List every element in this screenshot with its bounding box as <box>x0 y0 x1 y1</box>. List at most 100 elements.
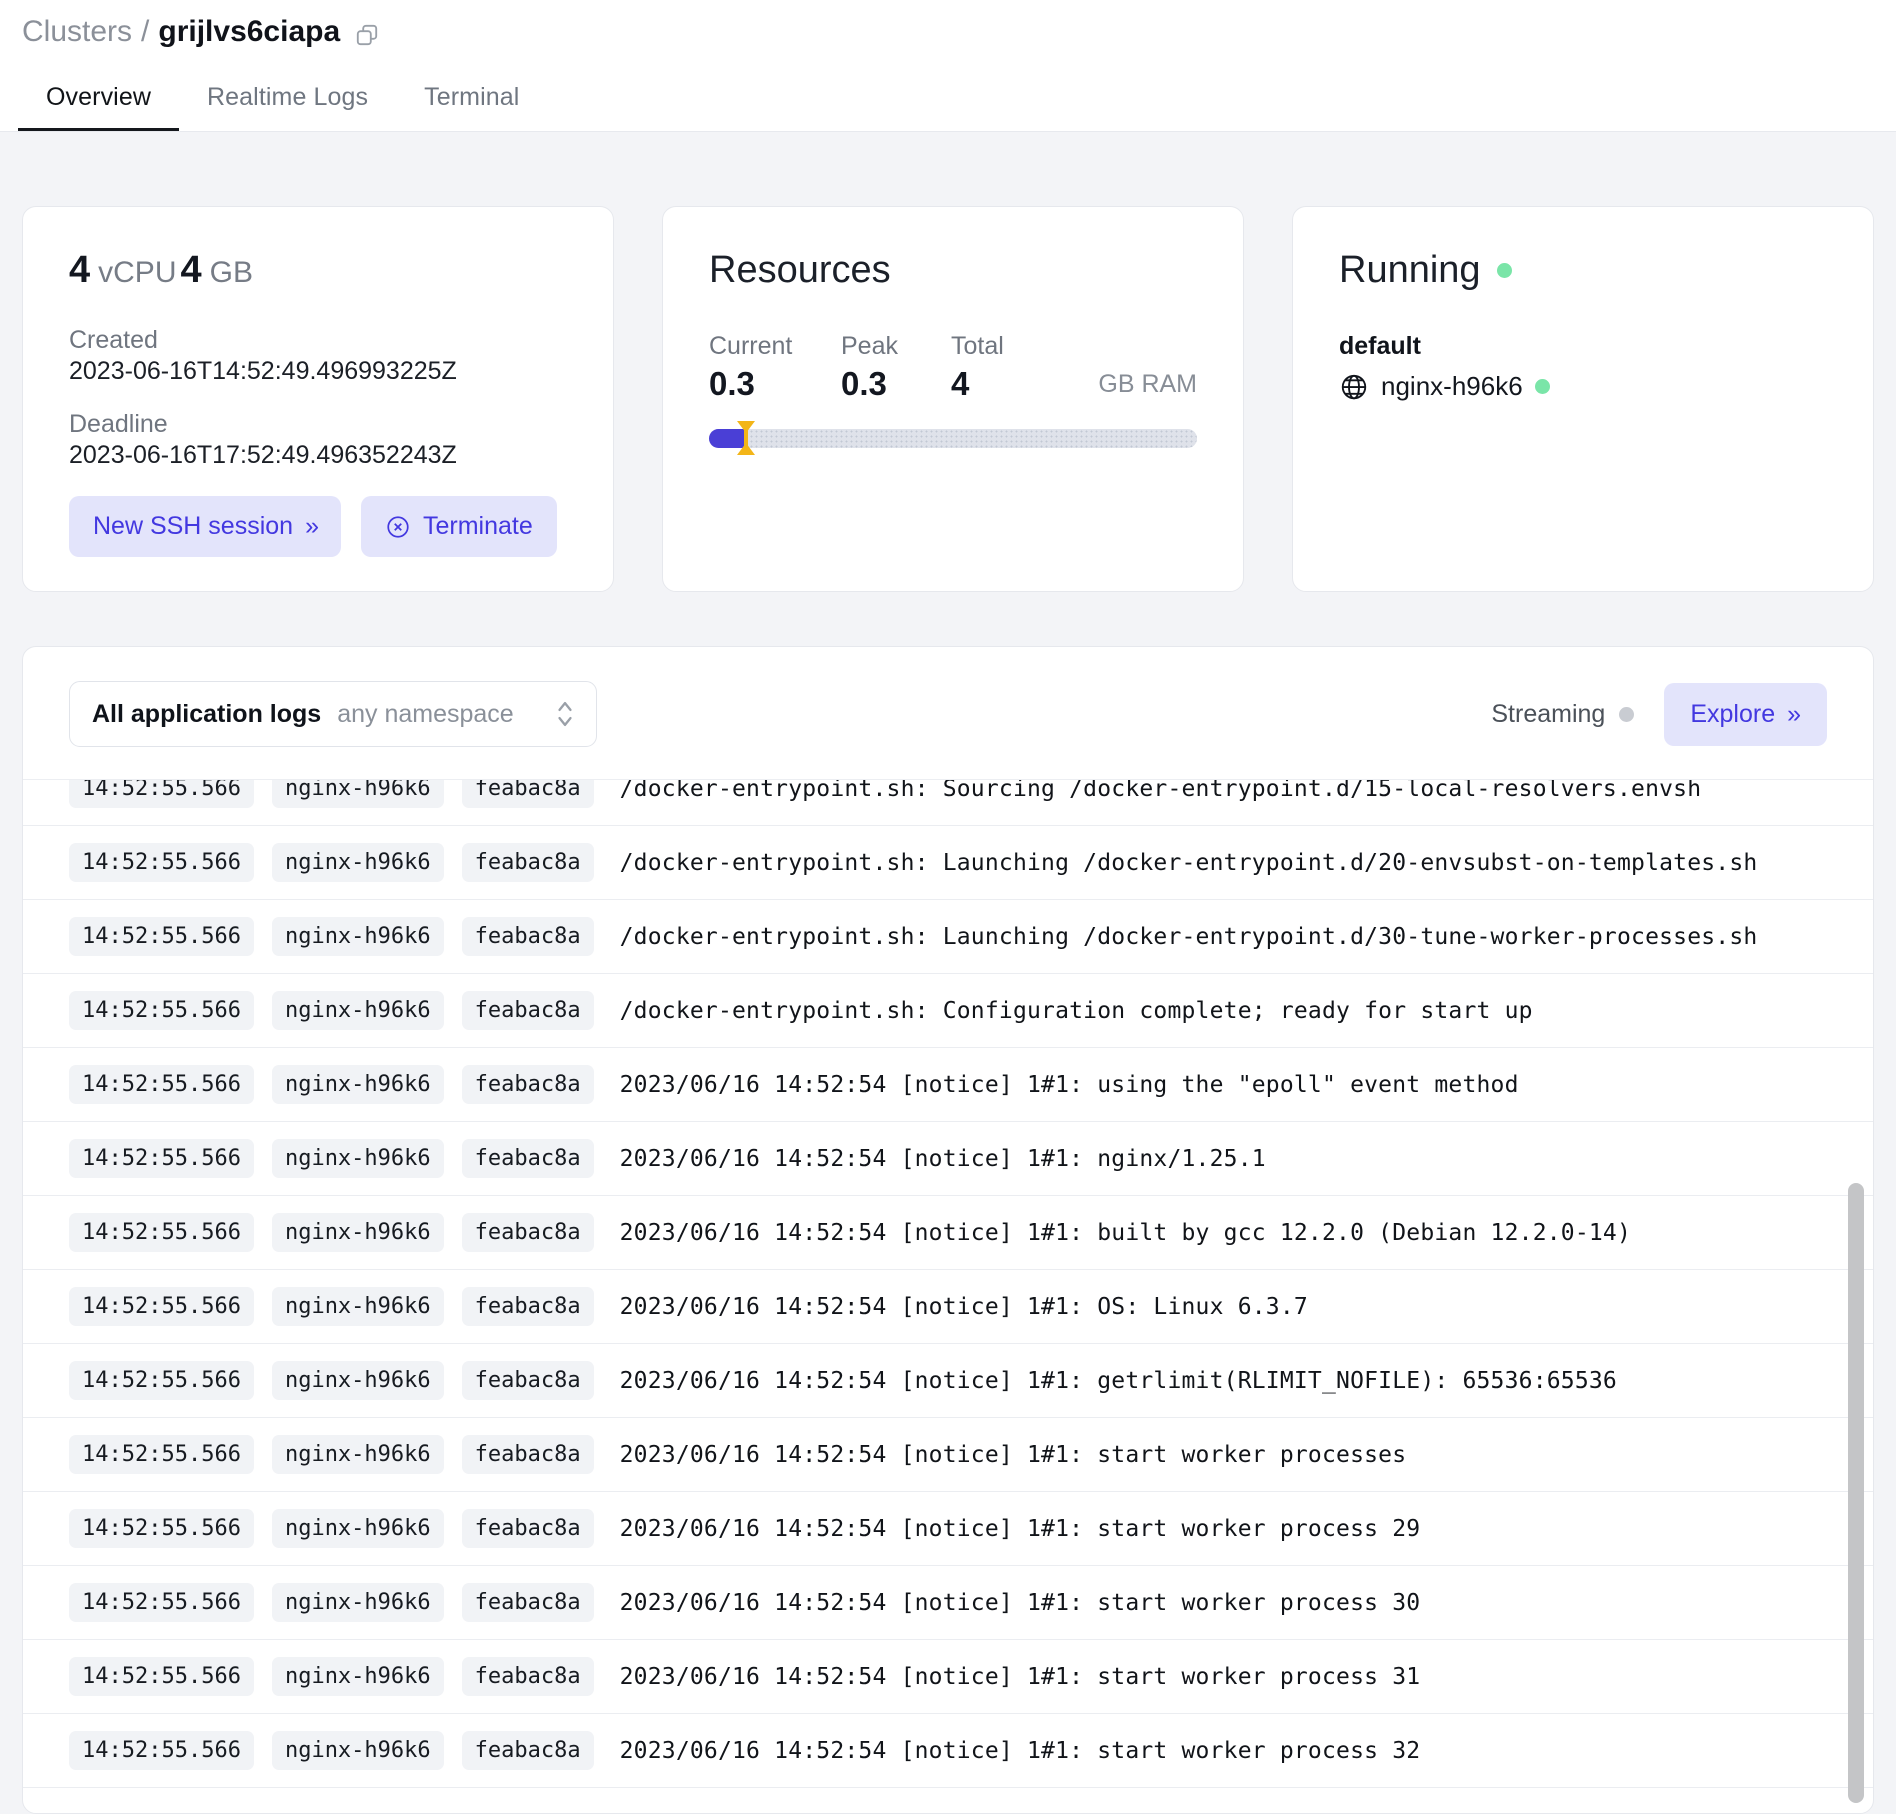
logs-panel: All application logs any namespace Strea… <box>22 646 1874 1814</box>
log-container-id: feabac8a <box>461 1435 594 1474</box>
log-row[interactable]: 14:52:55.566 nginx-h96k6 feabac8a 2023/06/1… <box>23 1196 1873 1270</box>
cluster-actions: New SSH session » Terminate <box>69 496 567 557</box>
log-row[interactable]: 14:52:55.566 nginx-h96k6 feabac8a 2023/06/1… <box>23 1344 1873 1418</box>
log-list[interactable]: 14:52:55.566 nginx-h96k6 feabac8a/docker-e… <box>23 779 1873 1813</box>
resources-title: Resources <box>709 249 891 291</box>
page-body: 4 vCPU 4 GB Created 2023-06-16T14:52:49.496… <box>0 132 1896 1814</box>
log-pod-name: nginx-h96k6 <box>271 1361 444 1400</box>
log-message: 2023/06/16 14:52:54 [notice] 1#1: start … <box>619 1515 1421 1542</box>
cluster-spec-card: 4 vCPU 4 GB Created 2023-06-16T14:52:49.496… <box>22 206 614 592</box>
resources-card: Resources Current Peak Total 0.3 0.3 4 G… <box>662 206 1244 592</box>
streaming-status-dot <box>1619 706 1635 722</box>
tab-overview[interactable]: Overview <box>18 83 179 131</box>
log-row[interactable]: 14:52:55.566 nginx-h96k6 feabac8a/docker-e… <box>23 780 1873 826</box>
log-pod-name: nginx-h96k6 <box>271 1139 444 1178</box>
log-timestamp: 14:52:55.566 <box>69 991 254 1030</box>
ram-count: 4 <box>180 249 202 291</box>
log-message: 2023/06/16 14:52:54 [notice] 1#1: OS: Li… <box>619 1293 1308 1320</box>
log-container-id: feabac8a <box>461 991 594 1030</box>
log-pod-name: nginx-h96k6 <box>271 1065 444 1104</box>
log-row[interactable]: 14:52:55.566 nginx-h96k6 feabac8a/docker-e… <box>23 826 1873 900</box>
log-container-id: feabac8a <box>461 1509 594 1548</box>
streaming-status: Streaming <box>1491 699 1635 729</box>
log-message: 2023/06/16 14:52:54 [notice] 1#1: nginx/… <box>619 1145 1266 1172</box>
log-scrollbar-thumb[interactable] <box>1848 1182 1864 1803</box>
running-status-dot <box>1496 263 1512 278</box>
log-container-id: feabac8a <box>461 843 594 882</box>
log-row[interactable]: 14:52:55.566 nginx-h96k6 feabac8a 2023/06/1… <box>23 1640 1873 1714</box>
streaming-label: Streaming <box>1491 699 1606 728</box>
new-ssh-session-button[interactable]: New SSH session » <box>69 496 341 557</box>
log-row[interactable]: 14:52:55.566 nginx-h96k6 feabac8a 2023/06/1… <box>23 1566 1873 1640</box>
pod-status-dot <box>1534 379 1550 394</box>
log-message: 2023/06/16 14:52:54 [notice] 1#1: built … <box>619 1219 1632 1246</box>
log-message: 2023/06/16 14:52:54 [notice] 1#1: start … <box>619 1441 1407 1468</box>
log-timestamp: 14:52:55.566 <box>69 843 254 882</box>
vcpu-unit-label: vCPU <box>98 256 177 289</box>
log-timestamp: 14:52:55.566 <box>69 1657 254 1696</box>
running-title: Running <box>1339 249 1481 291</box>
peak-triangle-up-icon <box>736 443 755 455</box>
log-timestamp: 14:52:55.566 <box>69 1213 254 1252</box>
globe-icon <box>1339 372 1369 402</box>
resources-peak-label: Peak <box>841 332 898 360</box>
log-pod-name: nginx-h96k6 <box>271 780 444 808</box>
log-pod-name: nginx-h96k6 <box>271 1213 444 1252</box>
log-message: 2023/06/16 14:52:54 [notice] 1#1: start … <box>619 1589 1421 1616</box>
ram-bar-track <box>709 429 1197 448</box>
log-row[interactable]: 14:52:55.566 nginx-h96k6 feabac8a 2023/06/1… <box>23 1270 1873 1344</box>
running-card: Running default nginx-h96k6 <box>1292 206 1874 592</box>
explore-button[interactable]: Explore » <box>1664 682 1827 746</box>
chevron-double-right-icon: » <box>1787 699 1801 728</box>
tab-terminal[interactable]: Terminal <box>396 83 547 131</box>
terminate-button[interactable]: Terminate <box>360 496 557 557</box>
log-scrollbar-track[interactable] <box>1845 769 1867 1803</box>
log-row[interactable]: 14:52:55.566 nginx-h96k6 feabac8a 2023/06/1… <box>23 1048 1873 1122</box>
copy-icon[interactable] <box>354 21 380 47</box>
pod-name: nginx-h96k6 <box>1381 371 1523 401</box>
terminate-label: Terminate <box>422 512 533 540</box>
log-pod-name: nginx-h96k6 <box>271 843 444 882</box>
breadcrumb-current-cluster: grijlvs6ciapa <box>158 15 341 48</box>
log-pod-name: nginx-h96k6 <box>271 1287 444 1326</box>
log-source-primary-label: All application logs <box>92 699 322 728</box>
log-source-select[interactable]: All application logs any namespace <box>69 681 597 747</box>
created-label: Created <box>69 326 158 354</box>
tab-realtime-logs[interactable]: Realtime Logs <box>179 83 396 131</box>
log-container-id: feabac8a <box>461 1731 594 1770</box>
log-container-id: feabac8a <box>461 1213 594 1252</box>
summary-cards-row: 4 vCPU 4 GB Created 2023-06-16T14:52:49.496… <box>0 132 1896 592</box>
log-timestamp: 14:52:55.566 <box>69 1583 254 1622</box>
log-row[interactable]: 14:52:55.566 nginx-h96k6 feabac8a 2023/06/1… <box>23 1714 1873 1788</box>
log-pod-name: nginx-h96k6 <box>271 1435 444 1474</box>
log-container-id: feabac8a <box>461 1287 594 1326</box>
log-container-id: feabac8a <box>461 1361 594 1400</box>
log-timestamp: 14:52:55.566 <box>69 1065 254 1104</box>
log-row[interactable]: 14:52:55.566 nginx-h96k6 feabac8a 2023/06/1… <box>23 1418 1873 1492</box>
logs-toolbar: All application logs any namespace Strea… <box>23 647 1873 779</box>
log-row[interactable]: 14:52:55.566 nginx-h96k6 feabac8a/docker-e… <box>23 900 1873 974</box>
log-container-id: feabac8a <box>461 1065 594 1104</box>
log-row[interactable]: 14:52:55.566 nginx-h96k6 feabac8a 2023/06/1… <box>23 1492 1873 1566</box>
pod-row[interactable]: nginx-h96k6 <box>1339 371 1827 402</box>
log-container-id: feabac8a <box>461 1583 594 1622</box>
log-pod-name: nginx-h96k6 <box>271 991 444 1030</box>
log-row[interactable]: 14:52:55.566 nginx-h96k6 feabac8a/docker-e… <box>23 974 1873 1048</box>
log-timestamp: 14:52:55.566 <box>69 917 254 956</box>
circle-x-icon <box>385 514 411 540</box>
log-source-secondary-label: any namespace <box>337 699 514 728</box>
log-timestamp: 14:52:55.566 <box>69 1435 254 1474</box>
log-message: /docker-entrypoint.sh: Launching /docker… <box>619 849 1758 876</box>
log-timestamp: 14:52:55.566 <box>69 1139 254 1178</box>
log-row[interactable]: 14:52:55.566 nginx-h96k6 feabac8a 2023/06/1… <box>23 1122 1873 1196</box>
log-container-id: feabac8a <box>461 780 594 808</box>
ram-unit-label: GB <box>209 256 253 289</box>
log-timestamp: 14:52:55.566 <box>69 780 254 808</box>
breadcrumb-parent-link[interactable]: Clusters <box>22 14 132 50</box>
new-ssh-session-label: New SSH session <box>93 512 294 540</box>
chevron-double-right-icon: » <box>305 512 319 540</box>
chevron-up-down-icon <box>556 699 574 729</box>
log-message: /docker-entrypoint.sh: Configuration com… <box>619 997 1533 1024</box>
log-pod-name: nginx-h96k6 <box>271 1731 444 1770</box>
cluster-spec-heading: 4 vCPU 4 GB <box>69 249 567 292</box>
